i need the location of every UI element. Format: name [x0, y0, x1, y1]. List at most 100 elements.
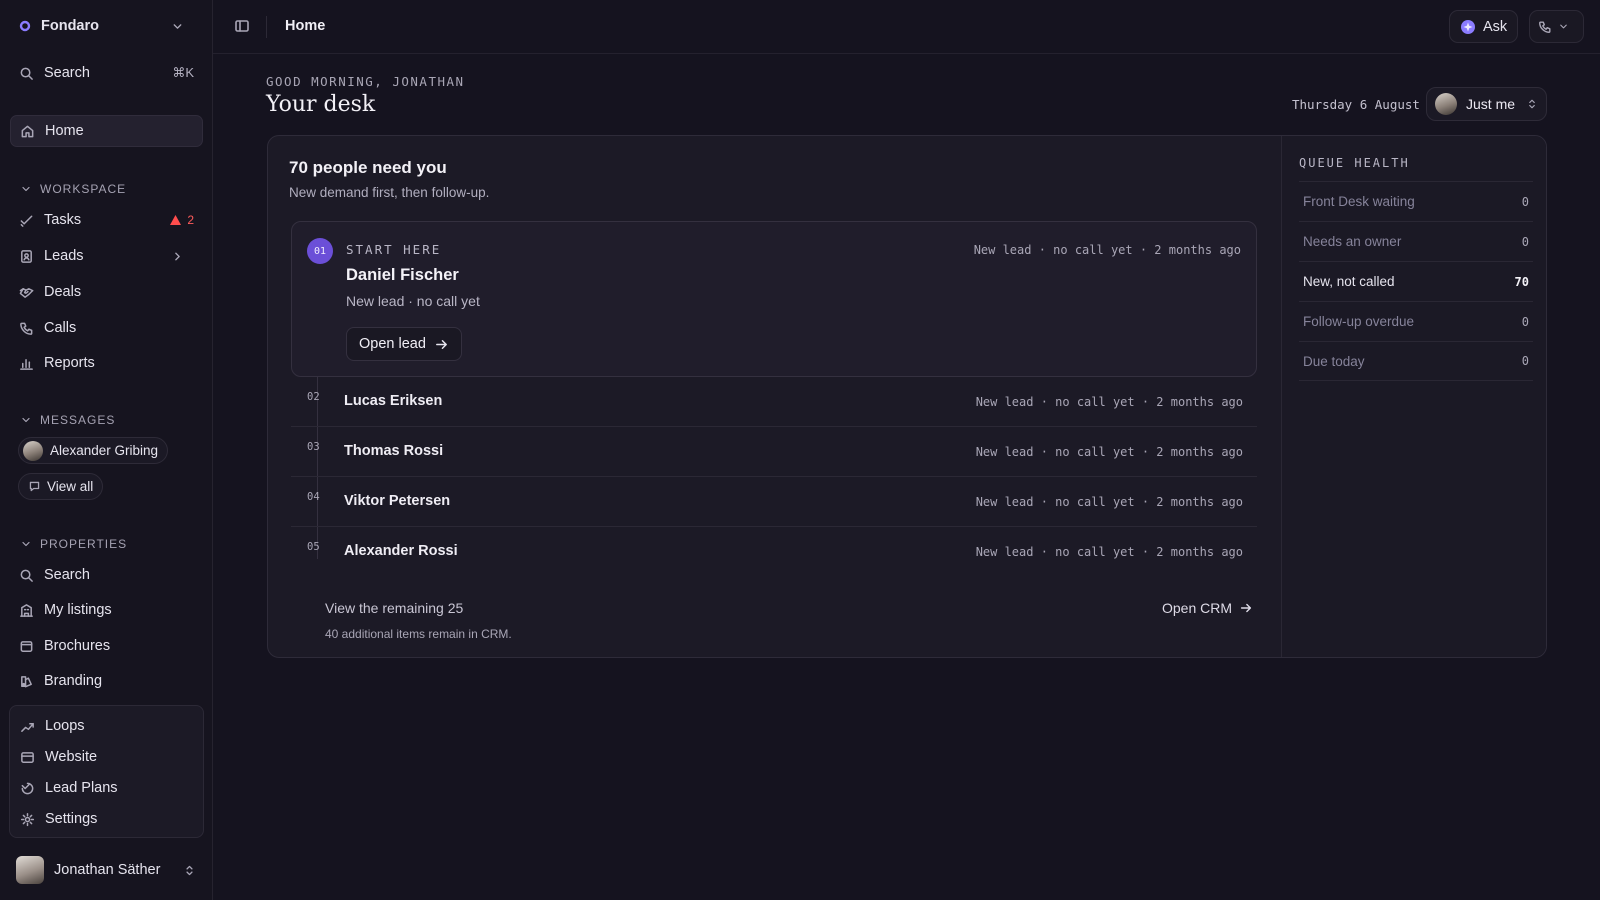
scope-selector[interactable]: Just me	[1426, 87, 1547, 121]
arrow-right-icon	[435, 339, 447, 349]
ask-label: Ask	[1483, 18, 1508, 35]
divider	[266, 16, 267, 38]
rank-number: 04	[307, 491, 320, 503]
queue-health-row[interactable]: Due today 0	[1299, 341, 1533, 381]
queue-health-row[interactable]: Needs an owner 0	[1299, 221, 1533, 261]
open-crm-link[interactable]: Open CRM	[1162, 600, 1253, 616]
lead-status: New lead · no call yet	[346, 293, 480, 309]
view-all-label: View all	[47, 479, 94, 494]
sidebar-item-label: Search	[44, 567, 90, 583]
building-icon	[19, 603, 44, 618]
list-item[interactable]: 03 Thomas Rossi New lead · no call yet ·…	[291, 427, 1257, 477]
open-lead-label: Open lead	[359, 336, 426, 352]
start-here-tag: START HERE	[346, 242, 442, 257]
sidebar-item-website[interactable]: Website	[20, 743, 97, 771]
sidebar-item-label: Website	[45, 749, 98, 765]
sidebar-item-label: Leads	[44, 248, 84, 264]
lead-name: Thomas Rossi	[344, 443, 444, 459]
metric-label: Follow-up overdue	[1303, 314, 1415, 329]
sidebar-item-label: Brochures	[44, 638, 111, 654]
queue-subtitle: New demand first, then follow-up.	[289, 185, 490, 200]
greeting: GOOD MORNING, JONATHAN	[266, 74, 465, 89]
top-bar: Home Ask	[213, 0, 1600, 54]
sidebar-item-my-listings[interactable]: My listings	[10, 594, 203, 626]
sidebar-item-label: My listings	[44, 602, 112, 618]
contact-book-icon	[19, 249, 44, 264]
chevron-down-icon	[22, 186, 30, 192]
list-item[interactable]: 04 Viktor Petersen New lead · no call ye…	[291, 477, 1257, 527]
sidebar-item-loops[interactable]: Loops	[20, 712, 85, 740]
lead-name: Lucas Eriksen	[344, 393, 443, 409]
chevron-up-down-icon	[1526, 98, 1538, 110]
alert-badge: 2	[169, 213, 194, 227]
workspace-switcher[interactable]: Fondaro	[10, 10, 203, 42]
arrow-right-icon	[1240, 603, 1252, 613]
featured-lead-card[interactable]: 01 START HERE New lead · no call yet · 2…	[291, 221, 1257, 377]
workspace-logo-icon	[19, 20, 31, 32]
phone-icon	[1538, 20, 1552, 34]
remaining-note: 40 additional items remain in CRM.	[325, 627, 512, 641]
metric-value: 0	[1521, 234, 1529, 249]
ask-button[interactable]: Ask	[1449, 10, 1519, 43]
chevron-down-icon	[171, 20, 194, 33]
message-contact-name: Alexander Gribing	[50, 443, 159, 458]
sidebar-item-label: Home	[45, 123, 84, 139]
messages-section-toggle[interactable]: MESSAGES	[20, 413, 115, 427]
rank-number: 05	[307, 541, 320, 553]
call-menu-button[interactable]	[1529, 10, 1584, 43]
search-icon	[19, 66, 44, 81]
queue-health-panel: QUEUE HEALTH Front Desk waiting 0 Needs …	[1281, 136, 1546, 657]
sidebar-item-calls[interactable]: Calls	[10, 312, 203, 344]
queue-health-row[interactable]: New, not called 70	[1299, 261, 1533, 301]
scope-label: Just me	[1466, 96, 1516, 112]
list-item[interactable]: 05 Alexander Rossi New lead · no call ye…	[291, 527, 1257, 577]
sidebar-item-lead-plans[interactable]: Lead Plans	[20, 774, 118, 802]
view-all-messages-button[interactable]: View all	[18, 473, 104, 500]
rank-badge: 01	[307, 238, 333, 264]
open-lead-button[interactable]: Open lead	[346, 327, 462, 361]
loop-icon	[20, 719, 45, 734]
metric-label: Due today	[1303, 353, 1365, 369]
sidebar-search[interactable]: Search ⌘K	[10, 57, 203, 89]
chevron-down-icon	[1558, 21, 1569, 32]
sidebar-item-tasks[interactable]: Tasks 2	[10, 204, 203, 236]
sidebar-item-label: Calls	[44, 320, 77, 336]
queue-health-list: Front Desk waiting 0 Needs an owner 0 Ne…	[1299, 181, 1533, 381]
sidebar-item-deals[interactable]: Deals	[10, 276, 203, 308]
queue-health-title: QUEUE HEALTH	[1299, 156, 1410, 170]
list-item[interactable]: 02 Lucas Eriksen New lead · no call yet …	[291, 377, 1257, 427]
current-date: Thursday 6 August	[1292, 97, 1420, 112]
sidebar-item-branding[interactable]: Branding	[10, 665, 203, 697]
section-label: MESSAGES	[40, 413, 116, 427]
browser-icon	[20, 750, 45, 765]
sidebar-item-brochures[interactable]: Brochures	[10, 630, 203, 662]
sidebar-item-reports[interactable]: Reports	[10, 347, 203, 379]
message-contact-chip[interactable]: Alexander Gribing	[18, 437, 169, 464]
sidebar-item-property-search[interactable]: Search	[10, 559, 203, 591]
home-icon	[20, 124, 45, 139]
lead-meta: New lead · no call yet · 2 months ago	[973, 243, 1241, 257]
queue-health-row[interactable]: Front Desk waiting 0	[1299, 181, 1533, 221]
sidebar-item-home[interactable]: Home	[10, 115, 203, 147]
desk-card: 70 people need you New demand first, the…	[267, 135, 1547, 658]
plan-icon	[20, 781, 45, 796]
handshake-icon	[19, 285, 44, 300]
metric-value: 0	[1521, 354, 1529, 368]
metric-value: 0	[1521, 314, 1529, 329]
properties-section-toggle[interactable]: PROPERTIES	[20, 537, 127, 551]
tasks-alert-count: 2	[187, 213, 194, 227]
queue-health-row[interactable]: Follow-up overdue 0	[1299, 301, 1533, 341]
chevron-up-down-icon	[183, 864, 196, 877]
toggle-sidebar-icon[interactable]	[234, 18, 250, 34]
metric-label: Needs an owner	[1303, 234, 1402, 249]
section-label: PROPERTIES	[40, 537, 128, 551]
user-menu[interactable]: Jonathan Säther	[16, 855, 196, 885]
workspace-section-toggle[interactable]: WORKSPACE	[20, 182, 126, 196]
open-crm-label: Open CRM	[1162, 600, 1233, 616]
sidebar-item-leads[interactable]: Leads	[10, 240, 203, 272]
lead-meta: New lead · no call yet · 2 months ago	[975, 445, 1243, 459]
sidebar-item-label: Loops	[45, 718, 85, 734]
chat-bubble-icon	[23, 480, 47, 493]
sidebar-item-settings[interactable]: Settings	[20, 805, 97, 833]
view-remaining-link[interactable]: View the remaining 25	[325, 600, 463, 616]
